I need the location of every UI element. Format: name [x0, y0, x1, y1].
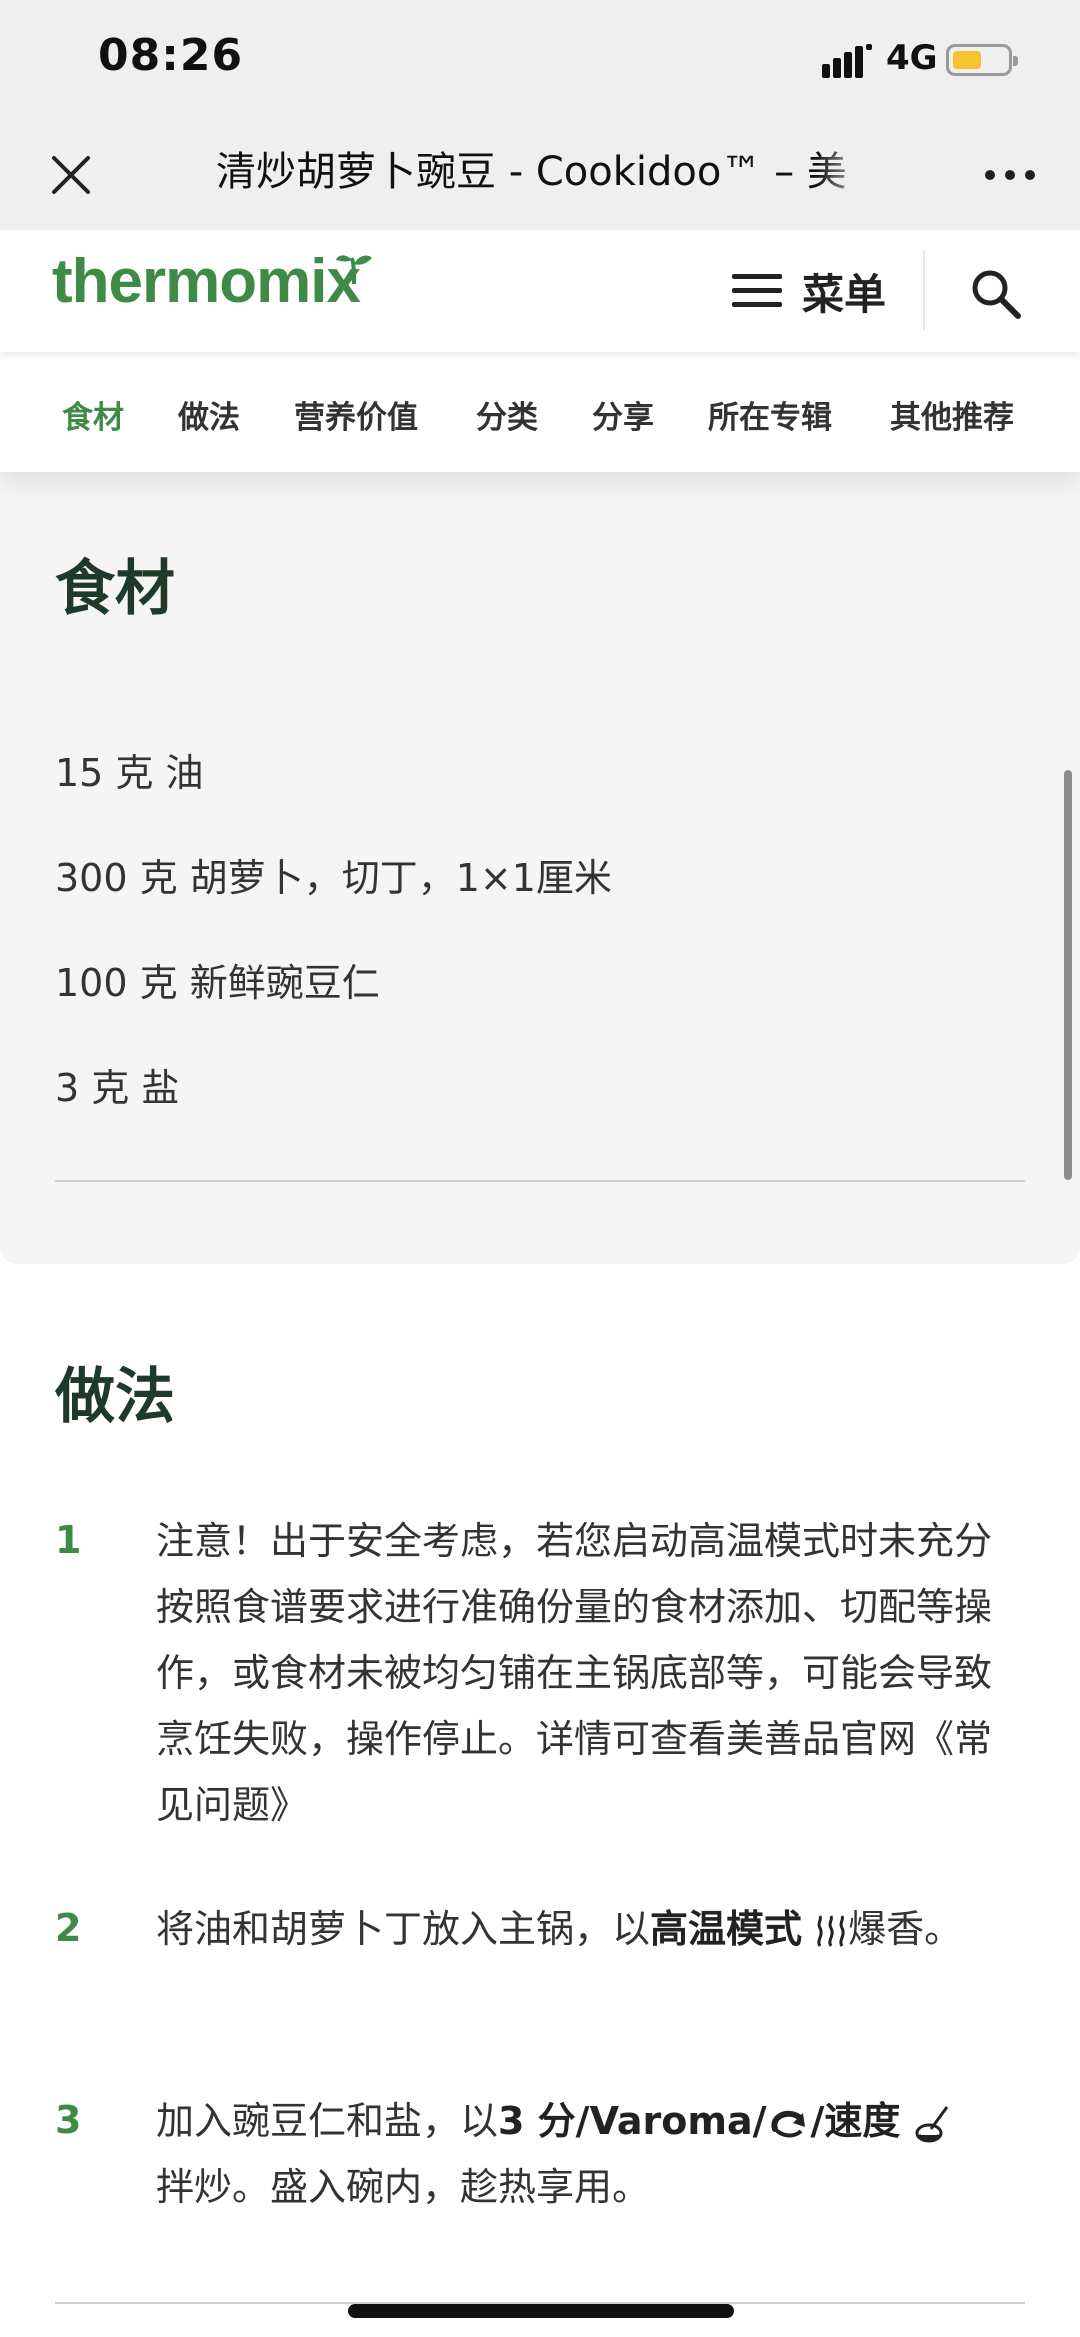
thermomix-logo[interactable]: thermomix: [52, 246, 361, 317]
tab-collections[interactable]: 所在专辑: [708, 392, 832, 437]
scrollbar[interactable]: [1064, 770, 1072, 1180]
ingredients-section: 食材 15 克 油 300 克 胡萝卜，切丁，1×1厘米 100 克 新鲜豌豆仁…: [0, 472, 1080, 1264]
ingredients-heading: 食材: [55, 554, 175, 624]
stir-speed-icon: [915, 2105, 948, 2142]
hamburger-icon: [732, 274, 782, 307]
tab-categories[interactable]: 分类: [476, 392, 538, 437]
tab-share[interactable]: 分享: [592, 392, 654, 437]
high-temp-steam-icon: [817, 1914, 845, 1947]
ingredient-item: 3 克 盐: [55, 1066, 180, 1110]
reverse-rotation-icon: [770, 2110, 805, 2137]
step-number: 2: [55, 1906, 82, 1950]
tab-nutrition[interactable]: 营养价值: [294, 392, 418, 437]
menu-label: 菜单: [802, 269, 887, 319]
logo-leaf-icon: [336, 255, 372, 285]
close-icon[interactable]: [46, 150, 96, 200]
tab-ingredients[interactable]: 食材: [62, 392, 124, 437]
tab-recommendations[interactable]: 其他推荐: [890, 392, 1014, 437]
status-bar: 08:26 4G: [0, 0, 1080, 120]
page-title: 清炒胡萝卜豌豆 - Cookidoo™ – 美: [216, 142, 876, 202]
header-divider: [923, 250, 925, 330]
high-temp-mode-label: 高温模式: [650, 1907, 803, 1951]
step-number: 3: [55, 2098, 82, 2142]
recipe-tab-nav: 食材 做法 营养价值 分类 分享 所在专辑 其他推荐: [0, 352, 1080, 472]
ingredient-item: 300 克 胡萝卜，切丁，1×1厘米: [55, 856, 612, 900]
step-text: 将油和胡萝卜丁放入主锅，以高温模式 爆香。: [156, 1907, 963, 1951]
tab-method[interactable]: 做法: [178, 392, 240, 437]
menu-button[interactable]: 菜单: [730, 258, 886, 324]
status-time: 08:26: [98, 30, 244, 81]
signal-icon: [822, 44, 872, 78]
search-icon[interactable]: [968, 266, 1024, 322]
step-text: 注意！出于安全考虑，若您启动高温模式时未充分按照食谱要求进行准确份量的食材添加、…: [156, 1519, 993, 1827]
home-indicator[interactable]: [348, 2304, 734, 2318]
ingredients-divider: [55, 1180, 1025, 1182]
step-number: 1: [55, 1518, 82, 1562]
more-icon[interactable]: [980, 160, 1040, 190]
method-heading: 做法: [55, 1362, 175, 1432]
ingredient-item: 100 克 新鲜豌豆仁: [55, 961, 380, 1005]
site-header: thermomix 菜单: [0, 230, 1080, 352]
step-text: 加入豌豆仁和盐，以3 分/Varoma//速度 拌炒。盛入碗内，趁热享用。: [156, 2088, 1026, 2220]
ingredient-item: 15 克 油: [55, 751, 204, 795]
network-type: 4G: [886, 38, 938, 78]
battery-icon: [946, 44, 1018, 76]
